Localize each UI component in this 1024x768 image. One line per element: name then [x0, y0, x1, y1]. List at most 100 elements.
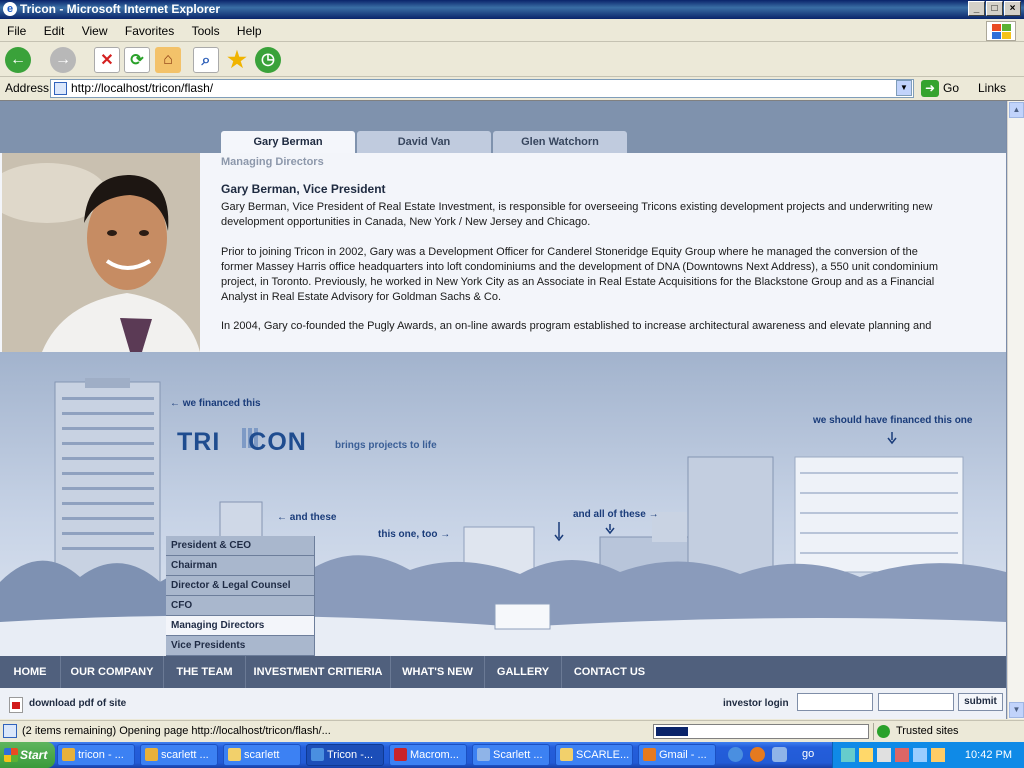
address-bar: Address http://localhost/tricon/flash/ ▼…: [0, 77, 1024, 100]
note-financed: ← we financed this: [170, 398, 261, 409]
taskbar-task[interactable]: Gmail - ...: [638, 744, 716, 766]
menu-bar: File Edit View Favorites Tools Help: [0, 20, 1024, 42]
windows-flag-icon: [4, 748, 18, 762]
portrait-photo: [0, 153, 200, 352]
side-item-vice-presidents[interactable]: Vice Presidents: [166, 636, 315, 656]
investor-login-label: investor login: [723, 698, 789, 709]
side-item-chairman[interactable]: Chairman: [166, 556, 315, 576]
taskbar-task[interactable]: Scarlett ...: [472, 744, 550, 766]
login-password-field[interactable]: [878, 693, 954, 711]
nav-contact-us[interactable]: CONTACT US: [562, 656, 657, 688]
quicklaunch-go-label[interactable]: go: [802, 748, 814, 760]
forward-icon[interactable]: →: [50, 47, 76, 73]
tray-volume-icon[interactable]: [877, 748, 891, 762]
chrome-icon: [62, 748, 75, 761]
scroll-down-icon[interactable]: ▼: [1009, 702, 1024, 718]
taskbar-task-label: scarlett ...: [161, 749, 209, 761]
window-title: Tricon - Microsoft Internet Explorer: [20, 2, 221, 16]
note-this-one-too: this one, too →: [378, 529, 451, 540]
links-button[interactable]: Links: [978, 81, 1006, 95]
minimize-button[interactable]: _: [968, 1, 985, 16]
taskbar-task[interactable]: SCARLE...: [555, 744, 633, 766]
maximize-button[interactable]: □: [986, 1, 1003, 16]
note-and-these: ← and these: [277, 512, 337, 523]
ie-logo-icon: e: [3, 2, 17, 16]
submit-button[interactable]: submit: [958, 693, 1003, 711]
ie-icon: [311, 748, 324, 761]
menu-edit[interactable]: Edit: [37, 20, 72, 38]
vertical-scrollbar[interactable]: ▲ ▼: [1007, 101, 1024, 719]
menu-help[interactable]: Help: [230, 20, 269, 38]
tray-app-icon[interactable]: [859, 748, 873, 762]
side-item-managing-directors[interactable]: Managing Directors: [166, 616, 315, 636]
taskbar-task-label: tricon - ...: [78, 749, 124, 761]
browser-viewport: Gary Berman David Van Glen Watchorn Mana: [0, 100, 1024, 719]
taskbar-task[interactable]: scarlett ...: [140, 744, 218, 766]
tab-glen-watchorn[interactable]: Glen Watchorn: [493, 131, 627, 153]
address-label: Address: [5, 81, 50, 95]
side-item-director-legal[interactable]: Director & Legal Counsel: [166, 576, 315, 596]
tab-david-van[interactable]: David Van: [357, 131, 491, 153]
tray-update-icon[interactable]: [931, 748, 945, 762]
side-item-cfo[interactable]: CFO: [166, 596, 315, 616]
progress-bar: [653, 724, 869, 739]
app-quicklaunch-icon[interactable]: [772, 747, 787, 762]
firefox-icon: [643, 748, 656, 761]
clock: 10:42 PM: [964, 749, 1012, 761]
pdf-icon[interactable]: [9, 697, 23, 713]
refresh-icon[interactable]: ⟳: [124, 47, 150, 73]
taskbar-task-label: SCARLE...: [576, 749, 630, 761]
favorites-star-icon[interactable]: ★: [224, 47, 250, 73]
firefox-quicklaunch-icon[interactable]: [750, 747, 765, 762]
nav-home[interactable]: HOME: [0, 656, 61, 688]
nav-the-team[interactable]: THE TEAM: [164, 656, 246, 688]
menu-favorites[interactable]: Favorites: [118, 20, 181, 38]
tray-security-icon[interactable]: [895, 748, 909, 762]
download-pdf-link[interactable]: download pdf of site: [29, 698, 126, 709]
nav-our-company[interactable]: OUR COMPANY: [61, 656, 164, 688]
history-icon[interactable]: ◷: [255, 47, 281, 73]
taskbar-task[interactable]: tricon - ...: [57, 744, 135, 766]
login-username-field[interactable]: [797, 693, 873, 711]
taskbar-task-label: Gmail - ...: [659, 749, 707, 761]
search-icon[interactable]: ⌕: [193, 47, 219, 73]
close-button[interactable]: ×: [1004, 1, 1021, 16]
tab-gary-berman[interactable]: Gary Berman: [221, 131, 355, 153]
ie-quicklaunch-icon[interactable]: [728, 747, 743, 762]
menu-tools[interactable]: Tools: [185, 20, 227, 38]
window-title-bar: e Tricon - Microsoft Internet Explorer _…: [0, 0, 1024, 19]
taskbar-task[interactable]: scarlett: [223, 744, 301, 766]
menu-view[interactable]: View: [75, 20, 115, 38]
status-text: (2 items remaining) Opening page http://…: [22, 725, 331, 737]
tray-network-icon[interactable]: [841, 748, 855, 762]
note-all-of-these: and all of these →: [573, 509, 659, 520]
tray-mail-icon[interactable]: [913, 748, 927, 762]
stop-icon[interactable]: ✕: [94, 47, 120, 73]
go-button[interactable]: ➜ Go: [921, 79, 959, 98]
folder-icon: [560, 748, 573, 761]
nav-whats-new[interactable]: WHAT'S NEW: [391, 656, 485, 688]
taskbar-task[interactable]: Macrom...: [389, 744, 467, 766]
menu-file[interactable]: File: [0, 20, 33, 38]
tricon-logo[interactable]: TRI CON: [177, 428, 307, 457]
start-button[interactable]: Start: [0, 742, 55, 768]
back-icon[interactable]: ←: [5, 47, 31, 73]
home-icon[interactable]: ⌂: [155, 47, 181, 73]
bio-heading: Gary Berman, Vice President: [221, 182, 386, 196]
nav-gallery[interactable]: GALLERY: [485, 656, 562, 688]
nav-investment-criteria[interactable]: INVESTMENT CRITIERIA: [246, 656, 391, 688]
scroll-up-icon[interactable]: ▲: [1009, 102, 1024, 118]
address-dropdown-icon[interactable]: ▼: [896, 80, 912, 96]
taskbar-task-label: Macrom...: [410, 749, 459, 761]
page-icon: [54, 82, 67, 95]
windows-flag-icon: [986, 21, 1016, 41]
page-loading-icon: [3, 724, 17, 738]
taskbar-task[interactable]: Tricon -...: [306, 744, 384, 766]
taskbar-task-label: scarlett: [244, 749, 280, 761]
side-item-president-ceo[interactable]: President & CEO: [166, 536, 315, 556]
taskbar-task-label: Scarlett ...: [493, 749, 543, 761]
address-input[interactable]: http://localhost/tricon/flash/: [50, 79, 914, 98]
note-should-have-financed: we should have financed this one: [813, 415, 973, 426]
site-footer: download pdf of site investor login subm…: [0, 688, 1006, 719]
toolbar: ← → ✕ ⟳ ⌂ ⌕ ★ ◷: [0, 43, 1024, 77]
